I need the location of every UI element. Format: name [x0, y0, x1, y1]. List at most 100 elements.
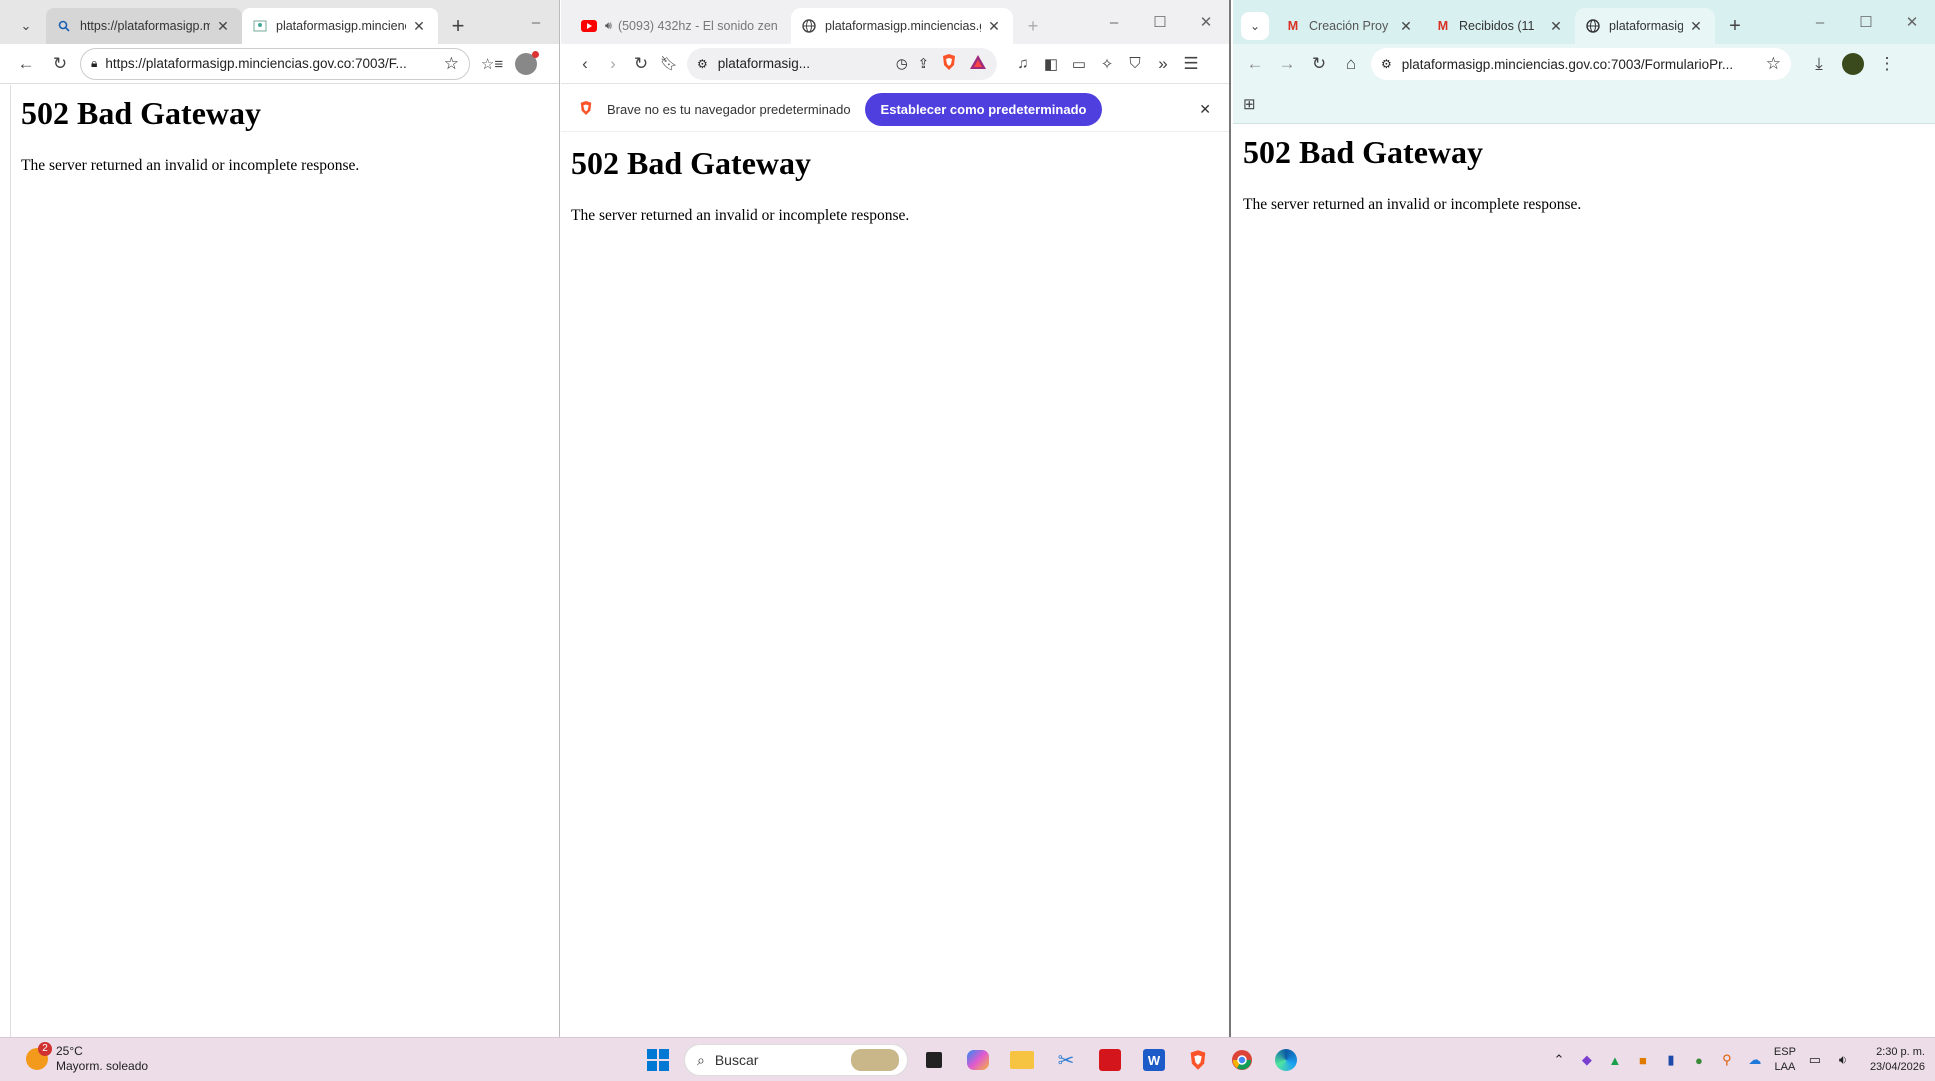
- chrome-tab-2[interactable]: M Recibidos (11 ✕: [1425, 8, 1575, 44]
- tab-close-icon[interactable]: ✕: [410, 18, 428, 35]
- share-icon[interactable]: ⇪: [918, 56, 929, 72]
- network-icon[interactable]: ▭: [1806, 1051, 1824, 1069]
- tab-close-icon[interactable]: ✕: [985, 18, 1003, 35]
- profile-avatar[interactable]: [512, 50, 540, 78]
- volume-icon[interactable]: 🔉︎: [1834, 1051, 1852, 1069]
- address-bar[interactable]: ⚙︎ plataformasig... ◷ ⇪: [687, 47, 997, 80]
- infobar-close-icon[interactable]: ✕: [1199, 101, 1211, 118]
- desktop: ⌄ https://plataformasigp.min ✕ plataform…: [0, 0, 1935, 1081]
- edge-tab-2[interactable]: plataformasigp.minciencia ✕: [242, 8, 438, 44]
- media-icon[interactable]: ♫: [1009, 50, 1037, 78]
- new-tab-button[interactable]: +: [1721, 12, 1749, 40]
- address-bar[interactable]: ⚙︎ plataformasigp.minciencias.gov.co:700…: [1371, 48, 1791, 80]
- tab-close-icon[interactable]: ✕: [1397, 18, 1415, 35]
- bookmark-star-icon[interactable]: ☆: [1766, 54, 1781, 74]
- show-hidden-icons[interactable]: ⌃: [1550, 1051, 1568, 1069]
- tab-close-icon[interactable]: ✕: [214, 18, 232, 35]
- file-explorer-icon[interactable]: [1004, 1043, 1040, 1077]
- close-window-icon[interactable]: ✕: [1889, 13, 1935, 31]
- chrome-tab-1[interactable]: M Creación Proy ✕: [1275, 8, 1425, 44]
- page-content: 502 Bad Gateway The server returned an i…: [561, 135, 1229, 1037]
- tray-info-icon[interactable]: ▮: [1662, 1051, 1680, 1069]
- maximize-icon[interactable]: ☐: [1137, 13, 1183, 31]
- forward-icon[interactable]: ›: [599, 50, 627, 78]
- tab-search-chevron-icon[interactable]: ⌄: [1241, 12, 1269, 40]
- new-tab-button[interactable]: +: [444, 12, 472, 40]
- acrobat-icon[interactable]: [1092, 1043, 1128, 1077]
- copilot-icon[interactable]: [960, 1043, 996, 1077]
- tab-title: Creación Proy: [1309, 19, 1389, 33]
- overflow-icon[interactable]: »: [1149, 50, 1177, 78]
- back-icon[interactable]: ←: [1241, 50, 1269, 78]
- task-view-icon[interactable]: [916, 1043, 952, 1077]
- tray-search-icon[interactable]: ⚲: [1718, 1051, 1736, 1069]
- clock[interactable]: 2:30 p. m. 23/04/2026: [1870, 1045, 1925, 1075]
- tray-app-icon[interactable]: ●: [1690, 1051, 1708, 1069]
- download-icon[interactable]: ⤓: [1805, 50, 1833, 78]
- brave-tab-1[interactable]: 🔊︎ (5093) 432hz - El sonido zen: [571, 8, 791, 44]
- error-heading: 502 Bad Gateway: [1243, 134, 1483, 170]
- forward-icon[interactable]: →: [1273, 50, 1301, 78]
- back-icon[interactable]: ‹: [571, 50, 599, 78]
- menu-kebab-icon[interactable]: ⋮: [1873, 50, 1901, 78]
- word-icon[interactable]: W: [1136, 1043, 1172, 1077]
- infobar-message: Brave no es tu navegador predeterminado: [607, 102, 851, 117]
- edge-tab-1[interactable]: https://plataformasigp.min ✕: [46, 8, 242, 44]
- start-windows-icon[interactable]: [640, 1043, 676, 1077]
- new-tab-button[interactable]: +: [1019, 12, 1047, 40]
- brave-rewards-icon[interactable]: [969, 54, 987, 73]
- tab-close-icon[interactable]: ✕: [1547, 18, 1565, 35]
- back-icon[interactable]: ←: [12, 50, 40, 78]
- home-icon[interactable]: ⌂: [1337, 50, 1365, 78]
- language-indicator[interactable]: ESP LAA: [1774, 1045, 1796, 1075]
- edge-icon[interactable]: [1268, 1043, 1304, 1077]
- set-default-button[interactable]: Establecer como predeterminado: [864, 93, 1103, 126]
- error-message: The server returned an invalid or incomp…: [1243, 196, 1582, 213]
- tray-app-icon[interactable]: ◆: [1578, 1051, 1596, 1069]
- audio-playing-icon[interactable]: 🔊︎: [605, 20, 612, 33]
- site-settings-icon[interactable]: ⚙︎: [697, 57, 708, 71]
- apps-grid-icon[interactable]: ⊞: [1243, 95, 1256, 113]
- reload-icon[interactable]: ↻: [46, 50, 74, 78]
- minimize-icon[interactable]: –: [1091, 14, 1137, 31]
- chrome-tab-3[interactable]: plataformasig ✕: [1575, 8, 1715, 44]
- reload-icon[interactable]: ↻: [1305, 50, 1333, 78]
- edge-window: ⌄ https://plataformasigp.min ✕ plataform…: [0, 0, 560, 1037]
- minimize-icon[interactable]: –: [1797, 14, 1843, 31]
- onedrive-icon[interactable]: ☁: [1746, 1051, 1764, 1069]
- close-window-icon[interactable]: ✕: [1183, 13, 1229, 31]
- snipping-tool-icon[interactable]: ✂: [1048, 1043, 1084, 1077]
- taskbar-search[interactable]: ⌕ Buscar: [684, 1044, 908, 1076]
- brave-logo-icon: [579, 100, 593, 119]
- address-bar[interactable]: 🔒︎ https://plataformasigp.minciencias.go…: [80, 47, 470, 80]
- wallet-icon[interactable]: ▭: [1065, 50, 1093, 78]
- url-text: plataformasigp.minciencias.gov.co:7003/F…: [1401, 56, 1734, 72]
- favorite-star-icon[interactable]: ☆: [444, 54, 459, 74]
- vpn-icon[interactable]: ⛉: [1121, 50, 1149, 78]
- brave-shields-icon[interactable]: [941, 53, 957, 74]
- minimize-icon[interactable]: –: [513, 14, 559, 31]
- chrome-tabbar: ⌄ M Creación Proy ✕ M Recibidos (11 ✕ pl…: [1233, 0, 1935, 44]
- brave-icon[interactable]: [1180, 1043, 1216, 1077]
- taskbar-apps: ⌕ Buscar ✂ W: [640, 1043, 1304, 1077]
- history-icon[interactable]: ◷: [896, 56, 908, 72]
- site-settings-icon[interactable]: ⚙︎: [1381, 57, 1392, 71]
- maximize-icon[interactable]: ☐: [1843, 13, 1889, 31]
- sun-icon: 2: [26, 1042, 52, 1070]
- menu-icon[interactable]: ☰: [1177, 50, 1205, 78]
- brave-toolbar: ‹ › ↻ 🔖︎ ⚙︎ plataformasig... ◷ ⇪ ♫ ◧ ▭ ✧…: [561, 44, 1229, 84]
- favorites-icon[interactable]: ☆≡: [478, 50, 506, 78]
- tab-list-chevron-icon[interactable]: ⌄: [12, 12, 40, 40]
- sidebar-icon[interactable]: ◧: [1037, 50, 1065, 78]
- tray-app-icon[interactable]: ■: [1634, 1051, 1652, 1069]
- google-drive-icon[interactable]: ▲: [1606, 1051, 1624, 1069]
- tab-close-icon[interactable]: ✕: [1687, 18, 1705, 35]
- reload-icon[interactable]: ↻: [627, 50, 655, 78]
- profile-avatar[interactable]: [1839, 50, 1867, 78]
- system-tray: ⌃ ◆ ▲ ■ ▮ ● ⚲ ☁ ESP LAA ▭ 🔉︎ 2:30 p. m. …: [1550, 1042, 1925, 1078]
- weather-widget[interactable]: 2 25°C Mayorm. soleado: [26, 1042, 148, 1074]
- leo-ai-icon[interactable]: ✧: [1093, 50, 1121, 78]
- chrome-icon[interactable]: [1224, 1043, 1260, 1077]
- brave-tab-2[interactable]: plataformasigp.minciencias.g ✕: [791, 8, 1013, 44]
- bookmark-icon[interactable]: 🔖︎: [655, 50, 683, 78]
